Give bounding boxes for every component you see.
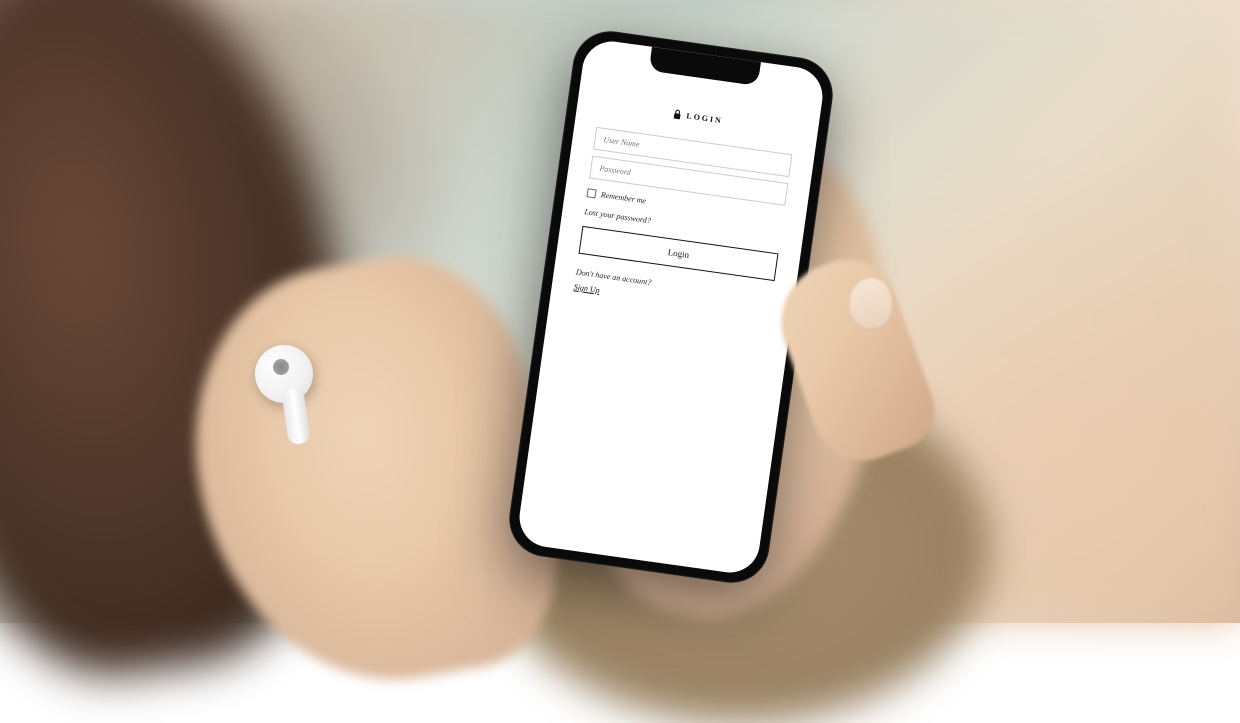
earbud-grille [273,359,289,375]
remember-checkbox[interactable] [586,188,596,198]
right-thumb-nail [850,278,892,328]
photo-scene: LOGIN Remember me Lost your password? Lo… [0,0,1240,623]
earbud-stem [281,388,310,446]
lock-icon [672,108,682,120]
login-title: LOGIN [686,111,724,125]
earbud [255,345,325,440]
remember-label[interactable]: Remember me [600,190,646,205]
